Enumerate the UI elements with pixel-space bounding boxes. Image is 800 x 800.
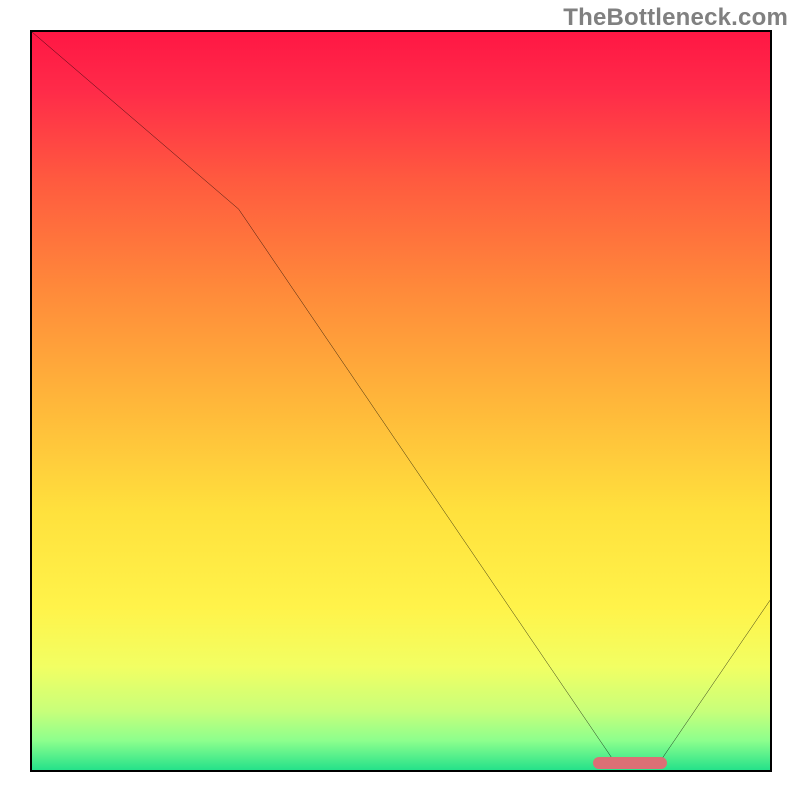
chart-container: TheBottleneck.com — [0, 0, 800, 800]
bottleneck-curve — [32, 32, 770, 770]
plot-area — [30, 30, 772, 772]
watermark-text: TheBottleneck.com — [563, 4, 788, 32]
optimum-marker — [593, 757, 667, 769]
